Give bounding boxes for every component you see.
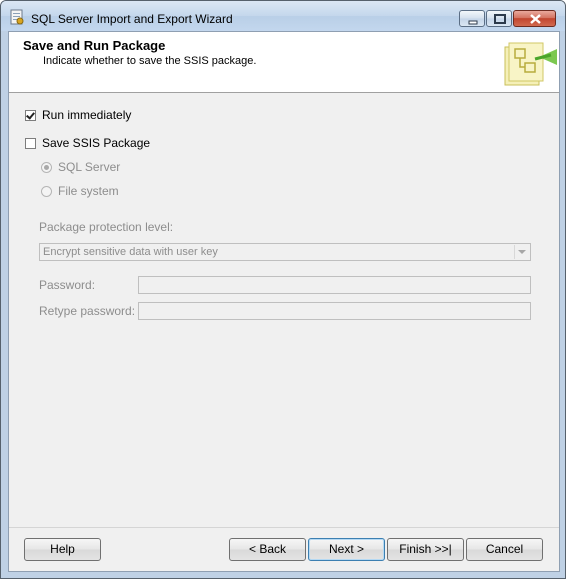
window-title: SQL Server Import and Export Wizard — [31, 12, 233, 26]
protection-level-label: Package protection level: — [39, 220, 174, 234]
retype-password-label: Retype password: — [39, 304, 136, 318]
chevron-down-icon[interactable] — [514, 245, 529, 259]
finish-button[interactable]: Finish >>| — [387, 538, 464, 561]
close-icon — [530, 14, 541, 24]
password-label: Password: — [39, 278, 96, 292]
save-ssis-package-label: Save SSIS Package — [42, 136, 151, 150]
cancel-button[interactable]: Cancel — [466, 538, 543, 561]
run-immediately-label: Run immediately — [42, 108, 132, 122]
maximize-icon — [494, 14, 506, 24]
file-system-radio[interactable] — [41, 185, 52, 197]
save-ssis-package-option[interactable]: Save SSIS Package — [25, 136, 150, 150]
wizard-window: SQL Server Import and Export Wizard Save… — [0, 0, 566, 579]
wizard-app-icon — [10, 9, 24, 25]
title-bar[interactable]: SQL Server Import and Export Wizard — [1, 1, 565, 31]
file-system-label: File system — [58, 184, 119, 198]
run-immediately-option[interactable]: Run immediately — [25, 108, 131, 122]
page-subtitle: Indicate whether to save the SSIS packag… — [43, 55, 257, 67]
protection-level-value: Encrypt sensitive data with user key — [43, 246, 218, 258]
page-title: Save and Run Package — [23, 38, 166, 53]
run-immediately-checkbox[interactable] — [25, 109, 36, 121]
package-graphic-icon — [499, 37, 559, 89]
retype-password-field[interactable] — [138, 302, 531, 320]
next-button[interactable]: Next > — [308, 538, 385, 561]
back-button[interactable]: < Back — [229, 538, 306, 561]
help-button[interactable]: Help — [24, 538, 101, 561]
page-header: Save and Run Package Indicate whether to… — [9, 32, 559, 93]
minimize-icon — [468, 20, 478, 25]
file-system-option[interactable]: File system — [41, 184, 119, 198]
minimize-button[interactable] — [459, 10, 485, 27]
protection-level-dropdown[interactable]: Encrypt sensitive data with user key — [39, 243, 531, 261]
wizard-client-area: Save and Run Package Indicate whether to… — [8, 31, 560, 572]
maximize-button[interactable] — [486, 10, 512, 27]
save-ssis-package-checkbox[interactable] — [25, 137, 36, 149]
sql-server-option[interactable]: SQL Server — [41, 160, 120, 174]
close-button[interactable] — [513, 10, 556, 27]
password-field[interactable] — [138, 276, 531, 294]
sql-server-radio[interactable] — [41, 161, 52, 173]
sql-server-label: SQL Server — [58, 160, 121, 174]
